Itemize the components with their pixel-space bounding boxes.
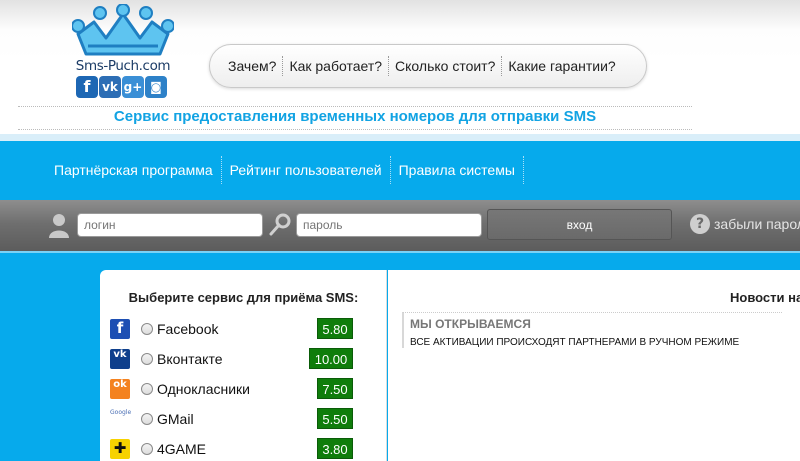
nav-partner-program[interactable]: Партнёрская программа [46, 156, 222, 184]
top-menu: Зачем? Как работает? Сколько стоит? Каки… [209, 44, 647, 88]
news-panel-title: Новости на [730, 290, 800, 305]
vk-icon: vk [110, 349, 130, 369]
service-radio[interactable] [141, 323, 153, 335]
divider [18, 129, 692, 130]
menu-why-link[interactable]: Зачем? [222, 56, 284, 76]
instagram-icon[interactable]: ◙ [145, 76, 167, 98]
menu-guarantees-link[interactable]: Какие гарантии? [502, 56, 621, 76]
google-icon: Google [110, 409, 131, 429]
vk-icon[interactable]: vk [99, 76, 121, 98]
service-row[interactable]: vk Вконтакте 10.00 [110, 348, 360, 370]
password-input[interactable] [296, 213, 482, 237]
site-header: Sms-Puch.com f vk g+ ◙ Зачем? Как работа… [0, 0, 800, 134]
login-bar: вход ? забыли пароль? [0, 200, 800, 251]
menu-pricing-link[interactable]: Сколько стоит? [389, 56, 503, 76]
key-icon [269, 213, 291, 236]
news-headline[interactable]: МЫ ОТКРЫВАЕМСЯ [410, 317, 782, 331]
service-price: 5.80 [317, 318, 353, 339]
odnoklassniki-icon: ok [110, 379, 130, 399]
news-item: МЫ ОТКРЫВАЕМСЯ ВСЕ АКТИВАЦИИ ПРОИСХОДЯТ … [402, 312, 782, 348]
service-radio[interactable] [141, 353, 153, 365]
service-price: 5.50 [317, 408, 353, 429]
nav-system-rules[interactable]: Правила системы [391, 156, 524, 184]
question-icon[interactable]: ? [690, 214, 710, 234]
news-panel: Новости на МЫ ОТКРЫВАЕМСЯ ВСЕ АКТИВАЦИИ … [388, 270, 800, 461]
forgot-password-link[interactable]: забыли пароль? [714, 216, 800, 232]
divider [18, 106, 692, 107]
google-plus-icon[interactable]: g+ [122, 76, 144, 98]
service-row[interactable]: ok Однокласники 7.50 [110, 378, 360, 400]
service-price: 7.50 [317, 378, 353, 399]
service-row[interactable]: Google GMail 5.50 [110, 408, 360, 430]
facebook-icon: f [110, 319, 130, 339]
service-name: Вконтакте [157, 351, 223, 367]
service-price: 10.00 [309, 348, 353, 369]
service-panel: Выберите сервис для приёма SMS: f Facebo… [100, 270, 387, 461]
service-row[interactable]: ✚ 4GAME 3.80 [110, 438, 360, 460]
site-tagline: Сервис предоставления временных номеров … [113, 108, 597, 125]
service-panel-title: Выберите сервис для приёма SMS: [128, 290, 359, 305]
social-links: f vk g+ ◙ [76, 76, 167, 102]
service-radio[interactable] [141, 443, 153, 455]
service-name: Однокласники [157, 381, 251, 397]
4game-icon: ✚ [110, 439, 130, 459]
news-text: ВСЕ АКТИВАЦИИ ПРОИСХОДЯТ ПАРТНЕРАМИ В РУ… [410, 337, 740, 348]
menu-how-it-works-link[interactable]: Как работает? [283, 56, 390, 76]
service-price: 3.80 [317, 438, 353, 459]
nav-user-rating[interactable]: Рейтинг пользователей [222, 156, 391, 184]
site-logo[interactable]: Sms-Puch.com f vk g+ ◙ [70, 4, 176, 100]
main-nav: Партнёрская программа Рейтинг пользовате… [0, 134, 800, 200]
service-name: GMail [157, 411, 194, 427]
service-radio[interactable] [141, 383, 153, 395]
logo-text: Sms-Puch.com [75, 58, 171, 74]
login-button[interactable]: вход [487, 209, 672, 240]
service-radio[interactable] [141, 413, 153, 425]
service-name: Facebook [157, 321, 219, 337]
service-row[interactable]: f Facebook 5.80 [110, 318, 360, 340]
user-icon [49, 214, 69, 238]
crown-icon [72, 4, 174, 56]
service-name: 4GAME [157, 441, 207, 457]
facebook-icon[interactable]: f [76, 76, 98, 98]
login-input[interactable] [77, 213, 263, 237]
